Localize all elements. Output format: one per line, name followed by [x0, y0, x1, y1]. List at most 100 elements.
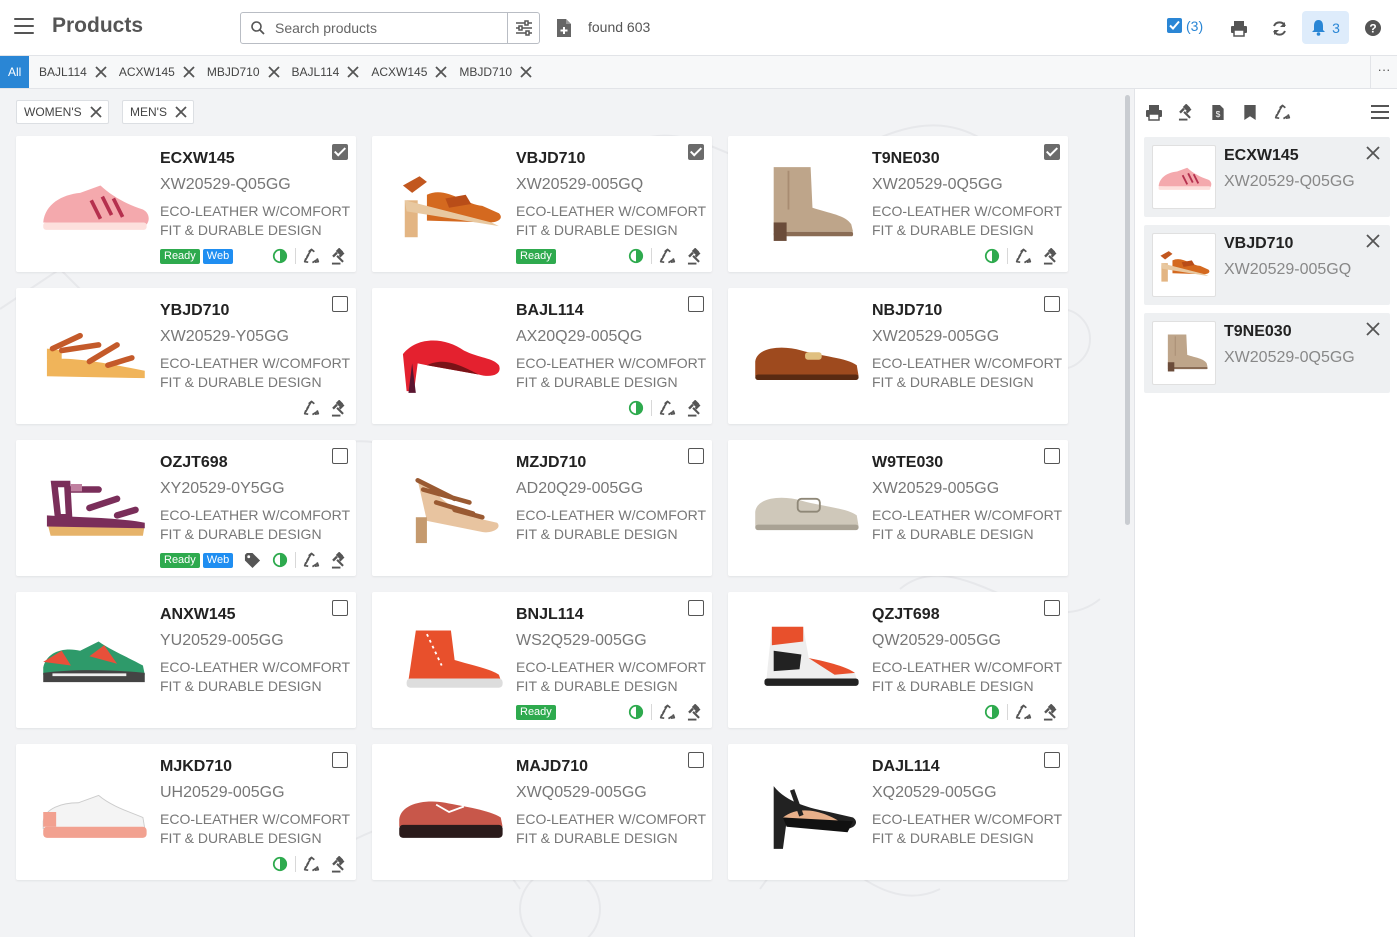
product-card[interactable]: YBJD710 XW20529-Y05GG ECO-LEATHER W/COMFOR… — [16, 288, 356, 424]
selected-item[interactable]: T9NE030 XW20529-0Q5GG — [1144, 313, 1390, 393]
recycle-icon[interactable] — [302, 855, 320, 873]
product-card[interactable]: MZJD710 AD20Q29-005GG ECO-LEATHER W/COMFOR… — [372, 440, 712, 576]
select-checkbox[interactable] — [688, 752, 704, 768]
product-card[interactable]: QZJT698 QW20529-005GG ECO-LEATHER W/COMFOR… — [728, 592, 1068, 728]
gavel-icon[interactable] — [686, 247, 704, 265]
close-icon[interactable] — [347, 66, 359, 78]
status-badges: Ready — [516, 249, 556, 264]
close-icon[interactable] — [95, 66, 107, 78]
select-checkbox[interactable] — [1044, 600, 1060, 616]
select-checkbox[interactable] — [332, 600, 348, 616]
recycle-icon[interactable] — [1014, 703, 1032, 721]
notifications-button[interactable]: 3 — [1302, 11, 1349, 44]
select-checkbox[interactable] — [1044, 752, 1060, 768]
divider — [295, 856, 296, 872]
product-code: YBJD710 — [160, 302, 230, 319]
product-sku: XW20529-005GG — [872, 480, 1000, 497]
gavel-icon[interactable] — [1042, 703, 1060, 721]
tab-mbjd710[interactable]: MBJD710 — [453, 56, 538, 88]
tab-bajl114[interactable]: BAJL114 — [286, 56, 366, 88]
tab-acxw145[interactable]: ACXW145 — [113, 56, 201, 88]
filter-settings-button[interactable] — [507, 13, 539, 43]
recycle-icon[interactable] — [658, 399, 676, 417]
selected-items-button[interactable]: (3) — [1166, 17, 1203, 34]
bookmark-icon[interactable] — [1241, 103, 1259, 121]
product-card[interactable]: BAJL114 AX20Q29-005QG ECO-LEATHER W/COMFOR… — [372, 288, 712, 424]
close-icon[interactable] — [89, 106, 102, 118]
selected-item[interactable]: ECXW145 XW20529-Q05GG — [1144, 137, 1390, 217]
filter-chip-mens[interactable]: MEN'S — [122, 100, 194, 124]
close-icon[interactable] — [175, 106, 187, 118]
product-sku: WS2Q529-005GG — [516, 632, 647, 649]
product-card[interactable]: ECXW145 XW20529-Q05GG ECO-LEATHER W/COMFOR… — [16, 136, 356, 272]
recycle-icon[interactable] — [658, 703, 676, 721]
gavel-icon[interactable] — [330, 855, 348, 873]
card-actions — [627, 247, 704, 265]
recycle-icon[interactable] — [302, 551, 320, 569]
select-checkbox[interactable] — [1044, 144, 1060, 160]
more-tabs-button[interactable]: ··· — [1370, 56, 1397, 88]
recycle-icon[interactable] — [658, 247, 676, 265]
select-checkbox[interactable] — [688, 448, 704, 464]
gavel-icon[interactable] — [686, 399, 704, 417]
eco-icon — [627, 247, 645, 265]
product-description: ECO-LEATHER W/COMFORT FIT & DURABLE DESI… — [516, 203, 706, 238]
recycle-icon[interactable] — [302, 247, 320, 265]
panel-menu-icon[interactable] — [1371, 105, 1389, 119]
select-checkbox[interactable] — [688, 144, 704, 160]
product-card[interactable]: VBJD710 XW20529-005GQ ECO-LEATHER W/COMFOR… — [372, 136, 712, 272]
product-card[interactable]: MJKD710 UH20529-005GG ECO-LEATHER W/COMFOR… — [16, 744, 356, 880]
close-icon[interactable] — [435, 66, 448, 78]
tab-all[interactable]: All — [0, 56, 30, 88]
recycle-icon[interactable] — [1273, 103, 1291, 121]
close-icon[interactable] — [183, 66, 195, 78]
product-card[interactable]: W9TE030 XW20529-005GG ECO-LEATHER W/COMFOR… — [728, 440, 1068, 576]
select-checkbox[interactable] — [332, 752, 348, 768]
product-card[interactable]: MAJD710 XWQ0529-005GG ECO-LEATHER W/COMFOR… — [372, 744, 712, 880]
scrollbar[interactable] — [1125, 95, 1130, 525]
recycle-icon[interactable] — [302, 399, 320, 417]
refresh-button[interactable] — [1264, 13, 1294, 43]
gavel-icon[interactable] — [330, 399, 348, 417]
close-icon[interactable] — [520, 66, 532, 78]
close-icon[interactable] — [1366, 146, 1380, 160]
filter-chip-womens[interactable]: WOMEN'S — [16, 100, 109, 124]
print-icon[interactable] — [1145, 103, 1163, 121]
close-icon[interactable] — [267, 66, 280, 78]
close-icon[interactable] — [1366, 234, 1380, 248]
recycle-icon[interactable] — [1014, 247, 1032, 265]
close-icon[interactable] — [1366, 322, 1380, 336]
product-image — [30, 304, 158, 408]
gavel-icon[interactable] — [330, 247, 348, 265]
tab-acxw145[interactable]: ACXW145 — [365, 56, 453, 88]
product-card[interactable]: DAJL114 XQ20529-005GG ECO-LEATHER W/COMFOR… — [728, 744, 1068, 880]
select-checkbox[interactable] — [332, 144, 348, 160]
search-input[interactable] — [275, 13, 505, 43]
select-checkbox[interactable] — [1044, 296, 1060, 312]
file-add-icon[interactable] — [555, 18, 573, 38]
product-card[interactable]: ANXW145 YU20529-005GG ECO-LEATHER W/COMFOR… — [16, 592, 356, 728]
doc-icon[interactable]: $ — [1209, 103, 1227, 121]
gavel-icon[interactable] — [1042, 247, 1060, 265]
print-button[interactable] — [1224, 13, 1254, 43]
product-card[interactable]: OZJT698 XY20529-0Y5GG ECO-LEATHER W/COMFOR… — [16, 440, 356, 576]
gavel-icon[interactable] — [686, 703, 704, 721]
select-checkbox[interactable] — [1044, 448, 1060, 464]
gavel-icon[interactable] — [330, 551, 348, 569]
product-card[interactable]: T9NE030 XW20529-0Q5GG ECO-LEATHER W/COMFOR… — [728, 136, 1068, 272]
select-checkbox[interactable] — [688, 600, 704, 616]
selected-item[interactable]: VBJD710 XW20529-005GQ — [1144, 225, 1390, 305]
menu-icon[interactable] — [14, 18, 34, 36]
product-card[interactable]: NBJD710 XW20529-005GG ECO-LEATHER W/COMFOR… — [728, 288, 1068, 424]
tab-bajl114[interactable]: BAJL114 — [33, 56, 113, 88]
product-description: ECO-LEATHER W/COMFORT FIT & DURABLE DESI… — [516, 659, 706, 694]
select-checkbox[interactable] — [688, 296, 704, 312]
gavel-icon[interactable] — [1177, 103, 1195, 121]
product-card[interactable]: BNJL114 WS2Q529-005GG ECO-LEATHER W/COMFOR… — [372, 592, 712, 728]
product-sku: XWQ0529-005GG — [516, 784, 647, 801]
select-checkbox[interactable] — [332, 448, 348, 464]
select-checkbox[interactable] — [332, 296, 348, 312]
product-sku: XW20529-Y05GG — [160, 328, 289, 345]
help-button[interactable]: ? — [1358, 13, 1388, 43]
tab-mbjd710[interactable]: MBJD710 — [201, 56, 286, 88]
